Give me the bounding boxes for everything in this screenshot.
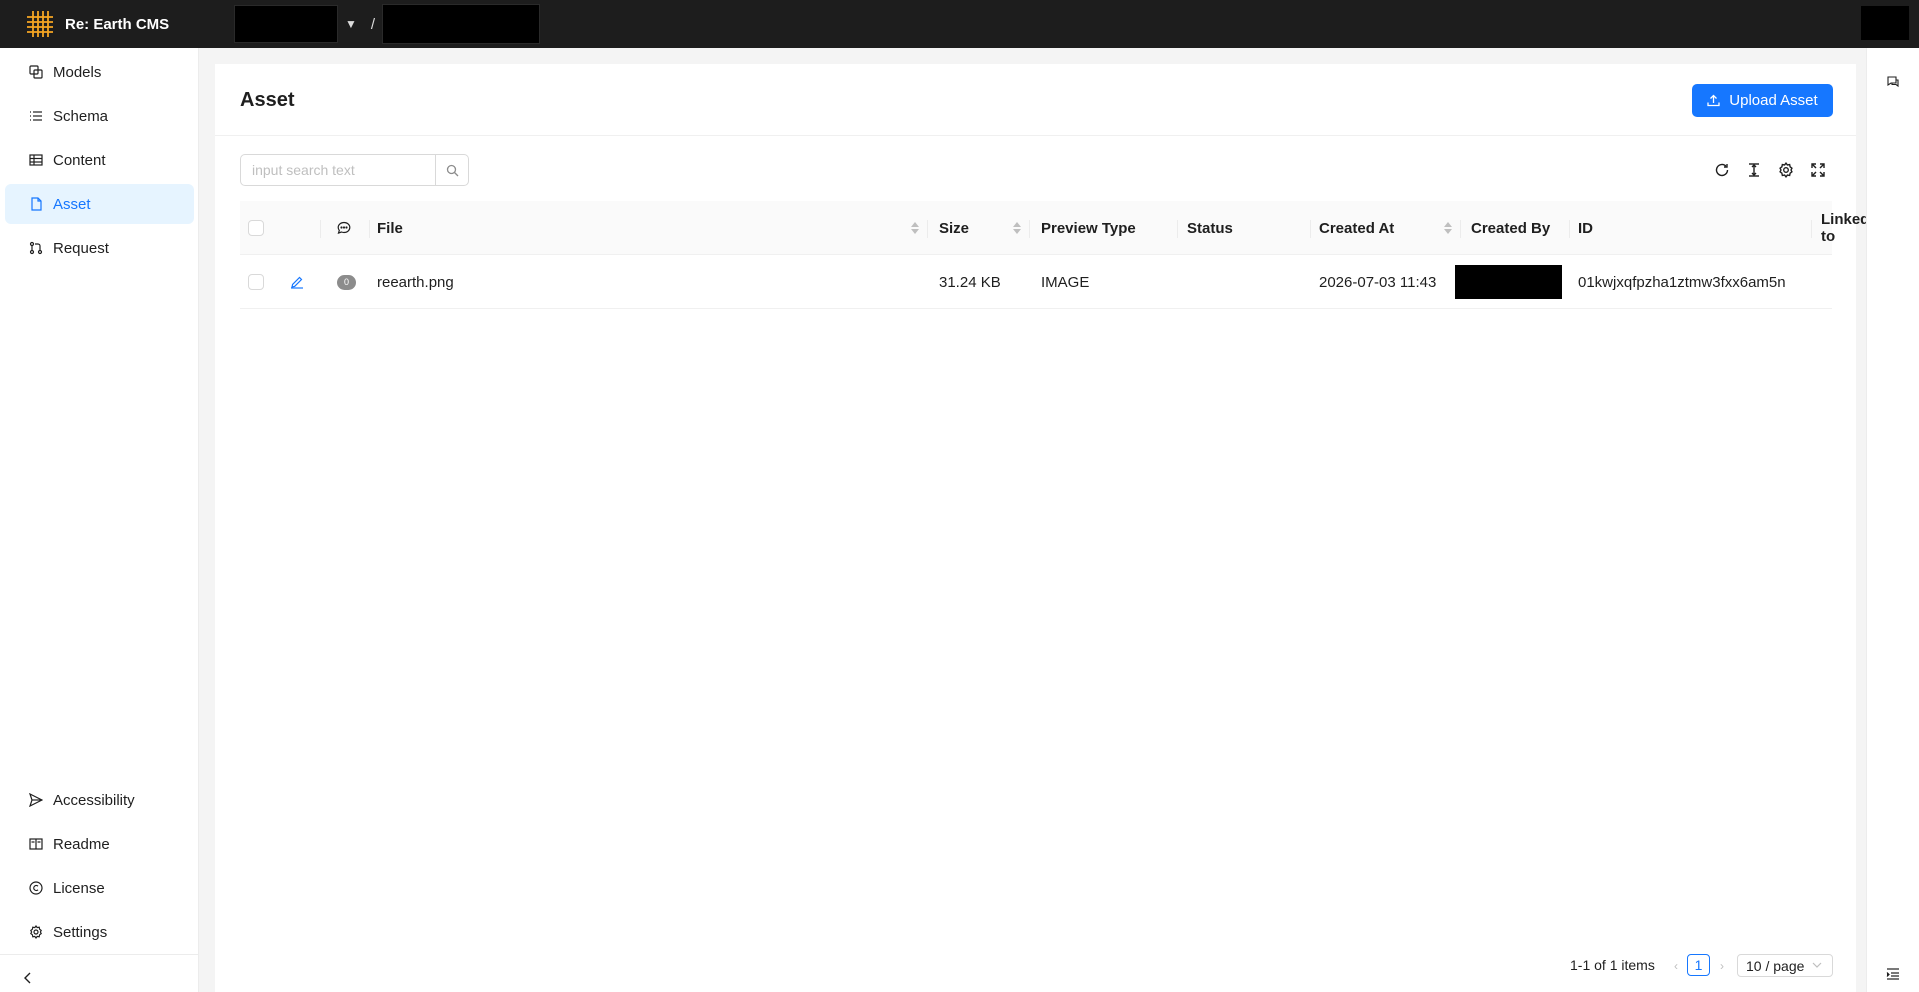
sidebar-item-label: Accessibility [53, 791, 135, 809]
row-checkbox[interactable] [248, 255, 264, 309]
sidebar-item-readme[interactable]: Readme [5, 824, 194, 864]
reload-icon[interactable] [1712, 160, 1732, 180]
column-created-by: Created By [1471, 219, 1551, 237]
app-title: Re: Earth CMS [65, 15, 170, 33]
comment-column-icon [336, 201, 352, 255]
send-icon [28, 793, 43, 808]
breadcrumb-separator: / [370, 15, 376, 33]
upload-asset-button[interactable]: Upload Asset [1692, 84, 1833, 117]
right-rail [1866, 48, 1919, 992]
sidebar-item-request[interactable]: Request [5, 228, 194, 268]
cell-created-by-redacted [1455, 255, 1562, 309]
column-id: ID [1578, 219, 1593, 237]
upload-icon [1707, 94, 1720, 107]
sidebar-item-label: Asset [53, 195, 91, 213]
request-pull-icon [28, 241, 43, 256]
page-size-select[interactable]: 10 / page [1737, 954, 1833, 977]
project-name-redacted[interactable] [382, 4, 541, 44]
column-height-icon[interactable] [1744, 160, 1764, 180]
cell-preview-type: IMAGE [1041, 273, 1090, 291]
schema-icon [28, 109, 43, 124]
sidebar-item-models[interactable]: Models [5, 52, 194, 92]
table-row[interactable]: 0 reearth.png 31.24 KB IMAGE 2026-07-03 … [240, 255, 1832, 309]
table-header: File Size Preview Type Status Created At… [240, 201, 1869, 255]
app-logo[interactable]: Re: Earth CMS [24, 8, 210, 40]
workspace-selector-redacted[interactable] [234, 5, 338, 43]
column-file[interactable]: File [377, 201, 403, 255]
sidebar-item-label: Models [53, 63, 102, 81]
sort-icon[interactable] [910, 221, 920, 235]
menu-unfold-icon[interactable] [1885, 966, 1901, 982]
column-linked-to: Linked to [1821, 201, 1869, 255]
column-linked-to-label: Linked to [1821, 211, 1870, 245]
sidebar-item-schema[interactable]: Schema [5, 96, 194, 136]
pagination-page-current[interactable]: 1 [1687, 954, 1710, 976]
settings-gear-icon[interactable] [1776, 160, 1796, 180]
caret-down-icon[interactable]: ▼ [345, 17, 357, 31]
sidebar-item-license[interactable]: License [5, 868, 194, 908]
book-icon [28, 837, 43, 852]
pagination-prev-chevron-left-icon[interactable]: ‹ [1670, 959, 1682, 973]
title-divider [215, 135, 1856, 136]
sidebar-item-accessibility[interactable]: Accessibility [5, 780, 194, 820]
asset-file-icon [28, 197, 43, 212]
search-box [240, 154, 469, 186]
cell-size: 31.24 KB [939, 273, 1001, 291]
reearth-grid-logo-icon [27, 11, 53, 37]
edit-pencil-icon[interactable] [290, 255, 304, 309]
fullscreen-icon[interactable] [1808, 160, 1828, 180]
sidebar-item-label: License [53, 879, 105, 897]
sidebar-item-content[interactable]: Content [5, 140, 194, 180]
sidebar-item-label: Schema [53, 107, 109, 125]
models-icon [28, 65, 43, 80]
column-size[interactable]: Size [939, 201, 969, 255]
column-preview-type: Preview Type [1041, 219, 1136, 237]
comment-count-badge[interactable]: 0 [337, 255, 356, 309]
comment-count: 0 [337, 274, 356, 290]
copyright-icon [28, 881, 43, 896]
asset-page: Asset Upload Asset File Size Preview [215, 64, 1869, 992]
sort-icon[interactable] [1443, 221, 1453, 235]
user-avatar-redacted[interactable] [1861, 6, 1909, 40]
pagination-next-chevron-right-icon[interactable]: › [1716, 959, 1728, 973]
sidebar-item-asset[interactable]: Asset [5, 184, 194, 224]
column-created-at[interactable]: Created At [1319, 201, 1394, 255]
collapse-sidebar-chevron-left-icon[interactable] [20, 970, 36, 986]
search-icon [446, 164, 458, 176]
sidebar-item-settings[interactable]: Settings [5, 912, 194, 952]
select-all-checkbox[interactable] [248, 201, 264, 255]
pagination-total: 1-1 of 1 items [1570, 957, 1655, 973]
search-button[interactable] [436, 154, 469, 186]
column-status: Status [1187, 219, 1233, 237]
page-size-value: 10 / page [1746, 957, 1805, 974]
comments-icon[interactable] [1885, 74, 1901, 90]
cell-file: reearth.png [377, 273, 454, 291]
page-title: Asset [240, 89, 295, 111]
sidebar: Models Schema Content Asset Request Acce… [0, 48, 199, 992]
chevron-down-icon [1812, 962, 1822, 968]
upload-asset-label: Upload Asset [1729, 92, 1818, 109]
sort-icon[interactable] [1012, 221, 1022, 235]
gear-icon [28, 925, 43, 940]
sidebar-divider [0, 954, 199, 955]
sidebar-item-label: Request [53, 239, 109, 257]
cell-created-at: 2026-07-03 11:43 [1319, 273, 1437, 291]
content-table-icon [28, 153, 43, 168]
sidebar-item-label: Content [53, 151, 106, 169]
search-input[interactable] [240, 154, 436, 186]
cell-id: 01kwjxqfpzha1ztmw3fxx6am5n [1578, 273, 1786, 291]
top-header: Re: Earth CMS ▼ / [0, 0, 1919, 48]
sidebar-item-label: Readme [53, 835, 110, 853]
sidebar-item-label: Settings [53, 923, 108, 941]
